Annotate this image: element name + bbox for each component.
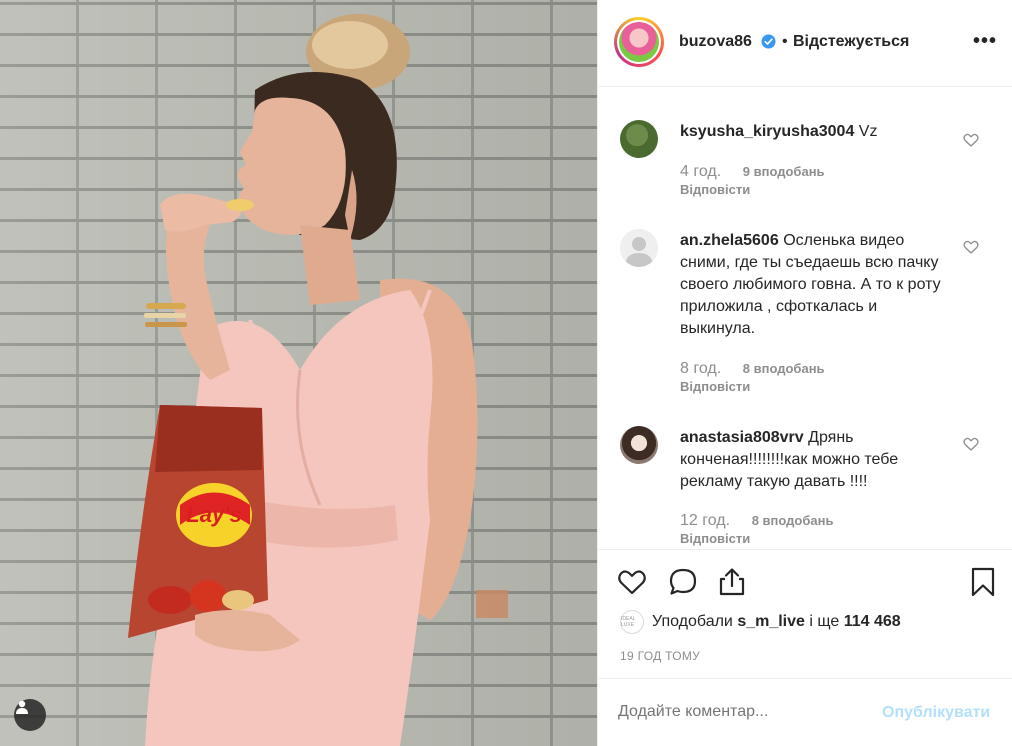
comment-icon[interactable] [667, 566, 699, 598]
author-username[interactable]: buzova86 [679, 33, 752, 51]
svg-text:Lay's: Lay's [186, 502, 241, 527]
face [237, 97, 346, 235]
verified-icon [761, 34, 776, 49]
heart-icon[interactable] [616, 566, 648, 598]
default-avatar-icon [620, 229, 658, 267]
post-panel: buzova86 • Відстежується ••• ksyusha_kir… [597, 0, 1012, 746]
add-comment-bar: Опублікувати [598, 678, 1012, 746]
commenter-username[interactable]: an.zhela5606 [680, 232, 779, 249]
comment-time[interactable]: 12 год. [680, 512, 730, 529]
liked-by-user[interactable]: s_m_live [737, 613, 805, 630]
comments-list[interactable]: ksyusha_kiryusha3004 Vz 4 год. 9 вподоба… [598, 88, 1012, 550]
liked-by-mid: і ще [809, 613, 840, 630]
post-header: buzova86 • Відстежується ••• [598, 0, 1012, 87]
likes-count[interactable]: 114 468 [844, 613, 901, 630]
commenter-avatar[interactable] [620, 229, 658, 267]
photo-illustration: Lay's [128, 14, 508, 746]
header-separator: • [782, 33, 788, 50]
comment-time[interactable]: 4 год. [680, 163, 721, 180]
commenter-avatar[interactable] [620, 426, 658, 464]
user-tag-button[interactable] [14, 699, 46, 731]
comment-meta: 8 год. 8 вподобань [680, 360, 825, 378]
post-photo[interactable]: Lay's [0, 0, 597, 746]
reply-button[interactable]: Відповісти [680, 531, 750, 546]
comment-text: anastasia808vrv Дрянь конченая!!!!!!!!ка… [680, 427, 950, 493]
comment-text: ksyusha_kiryusha3004 Vz [680, 121, 950, 143]
commenter-username[interactable]: anastasia808vrv [680, 429, 804, 446]
heart-icon[interactable] [962, 238, 980, 256]
bookmark-icon[interactable] [967, 566, 999, 598]
liker-avatar[interactable]: IDEAL LUXE [620, 610, 644, 634]
comment-text: an.zhela5606 Осленька видео сними, где т… [680, 230, 950, 340]
comment-likes[interactable]: 8 вподобань [752, 513, 834, 528]
commenter-username[interactable]: ksyusha_kiryusha3004 [680, 123, 854, 140]
left-hand [160, 193, 242, 232]
comment-input[interactable] [618, 703, 868, 721]
reply-button[interactable]: Відповісти [680, 182, 750, 197]
liked-by-prefix: Уподобали [652, 613, 733, 630]
comment-likes[interactable]: 9 вподобань [743, 164, 825, 179]
chip [226, 199, 254, 211]
author-avatar[interactable] [614, 17, 664, 67]
comment-time[interactable]: 8 год. [680, 360, 721, 377]
comment-meta: 4 год. 9 вподобань [680, 163, 825, 181]
comment-likes[interactable]: 8 вподобань [743, 361, 825, 376]
post-timestamp[interactable]: 19 ГОД ТОМУ [620, 649, 700, 663]
user-tag-icon [16, 700, 28, 714]
heart-icon[interactable] [962, 435, 980, 453]
publish-button[interactable]: Опублікувати [882, 704, 990, 722]
commenter-avatar[interactable] [620, 120, 658, 158]
neck [300, 225, 360, 305]
comment-meta: 12 год. 8 вподобань [680, 512, 833, 530]
more-icon[interactable]: ••• [973, 30, 997, 53]
comment-body: Vz [858, 123, 878, 140]
liked-by-text: Уподобали s_m_live і ще 114 468 [652, 613, 901, 631]
reply-button[interactable]: Відповісти [680, 379, 750, 394]
follow-status-button[interactable]: Відстежується [793, 33, 909, 51]
post-actions [598, 551, 1012, 611]
share-icon[interactable] [716, 566, 748, 598]
heart-icon[interactable] [962, 131, 980, 149]
